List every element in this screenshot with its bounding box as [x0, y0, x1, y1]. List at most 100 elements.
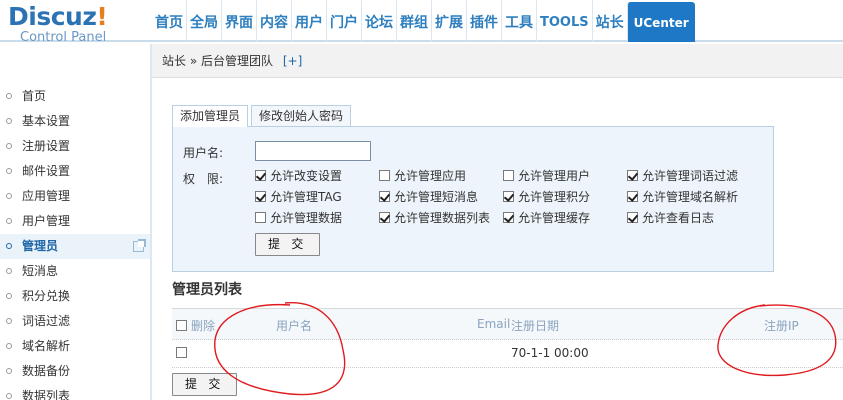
nav-user[interactable]: 用户: [291, 0, 326, 42]
checkbox[interactable]: [627, 212, 638, 223]
sidebar-item-data-list[interactable]: 数据列表: [0, 384, 150, 400]
logo-bang: !: [96, 2, 108, 31]
nav-extended[interactable]: 扩展: [431, 0, 466, 42]
nav-founder[interactable]: 站长: [591, 0, 627, 42]
checkbox[interactable]: [255, 170, 266, 181]
checkbox[interactable]: [379, 170, 390, 181]
sidebar-item-basic-settings[interactable]: 基本设置: [0, 109, 150, 134]
nav-content[interactable]: 内容: [256, 0, 291, 42]
perm-manage-credits[interactable]: 允许管理积分: [503, 188, 590, 206]
bullet-icon: [6, 168, 12, 174]
bullet-icon: [6, 243, 12, 249]
bullet-icon: [6, 293, 12, 299]
admin-list-header: 删除 用户名 Email 注册日期 注册IP: [172, 308, 843, 340]
checkbox[interactable]: [176, 347, 187, 358]
sidebar-item-mail-settings[interactable]: 邮件设置: [0, 159, 150, 184]
bullet-icon: [6, 193, 12, 199]
perm-manage-word-filter[interactable]: 允许管理词语过滤: [627, 167, 738, 185]
username-label: 用户名:: [183, 146, 224, 160]
checkbox[interactable]: [627, 191, 638, 202]
admin-list-submit-button[interactable]: 提 交: [172, 373, 238, 396]
permissions-label: 权 限:: [183, 172, 224, 186]
sidebar-item-home[interactable]: 首页: [0, 84, 150, 109]
sidebar-item-word-filter[interactable]: 词语过滤: [0, 309, 150, 334]
perm-manage-cache[interactable]: 允许管理缓存: [503, 209, 590, 227]
sidebar-item-backup[interactable]: 数据备份: [0, 359, 150, 384]
select-all-delete[interactable]: 删除: [176, 317, 215, 334]
tab-change-founder-password[interactable]: 修改创始人密码: [251, 105, 352, 126]
breadcrumb-separator: »: [186, 54, 201, 68]
perm-manage-apps[interactable]: 允许管理应用: [379, 167, 466, 185]
checkbox[interactable]: [503, 191, 514, 202]
logo[interactable]: Discuz! Control Panel: [8, 2, 148, 45]
checkbox[interactable]: [379, 212, 390, 223]
header: Discuz! Control Panel 首页 全局 界面 内容 用户 门户 …: [0, 0, 843, 45]
username-input[interactable]: [255, 141, 371, 161]
nav-forum[interactable]: 论坛: [361, 0, 396, 42]
tab-bar: 添加管理员 修改创始人密码: [172, 105, 354, 127]
sidebar-menu: 首页 基本设置 注册设置 邮件设置 应用管理 用户管理 管理员 短消息 积分兑换…: [0, 84, 150, 400]
nav-style[interactable]: 界面: [221, 0, 256, 42]
bullet-icon: [6, 318, 12, 324]
checkbox[interactable]: [379, 191, 390, 202]
table-row: 70-1-1 00:00: [172, 340, 843, 368]
header-regip: 注册IP: [764, 319, 799, 333]
bullet-icon: [6, 93, 12, 99]
sidebar-item-domain[interactable]: 域名解析: [0, 334, 150, 359]
add-shortcut-link[interactable]: [+]: [283, 54, 302, 68]
bullet-icon: [6, 143, 12, 149]
sidebar-item-short-messages[interactable]: 短消息: [0, 259, 150, 284]
nav-portal[interactable]: 门户: [326, 0, 361, 42]
nav-global[interactable]: 全局: [186, 0, 221, 42]
perm-manage-short-messages[interactable]: 允许管理短消息: [379, 188, 478, 206]
sidebar-item-app-management[interactable]: 应用管理: [0, 184, 150, 209]
tab-add-admin[interactable]: 添加管理员: [172, 105, 249, 127]
main-content: 添加管理员 修改创始人密码 用户名: 权 限: 允许改变设置 允许管理应用 允许…: [152, 78, 843, 400]
header-email: Email: [477, 317, 511, 331]
header-username: 用户名: [276, 319, 313, 333]
sidebar-item-register-settings[interactable]: 注册设置: [0, 134, 150, 159]
perm-manage-tag[interactable]: 允许管理TAG: [255, 188, 342, 206]
nav-group[interactable]: 群组: [396, 0, 431, 42]
sidebar-item-credit-exchange[interactable]: 积分兑换: [0, 284, 150, 309]
perm-manage-domain[interactable]: 允许管理域名解析: [627, 188, 738, 206]
breadcrumb: 站长 » 后台管理团队 [+]: [152, 44, 843, 78]
top-nav: 首页 全局 界面 内容 用户 门户 论坛 群组 扩展 插件 工具 TOOLS 站…: [152, 0, 695, 42]
add-admin-form: 用户名: 权 限: 允许改变设置 允许管理应用 允许管理用户 允许管理词语过滤 …: [172, 126, 774, 272]
checkbox[interactable]: [503, 170, 514, 181]
nav-tools-en[interactable]: TOOLS: [536, 0, 592, 42]
bullet-icon: [6, 268, 12, 274]
open-new-window-icon[interactable]: [133, 239, 146, 252]
checkbox[interactable]: [255, 212, 266, 223]
bullet-icon: [6, 393, 12, 399]
perm-manage-data-list[interactable]: 允许管理数据列表: [379, 209, 490, 227]
header-regdate: 注册日期: [511, 319, 560, 333]
perm-view-logs[interactable]: 允许查看日志: [627, 209, 714, 227]
nav-home[interactable]: 首页: [152, 0, 186, 42]
breadcrumb-current: 后台管理团队: [201, 54, 274, 68]
nav-ucenter[interactable]: UCenter: [626, 2, 695, 42]
header-delete: 删除: [191, 319, 216, 333]
bullet-icon: [6, 218, 12, 224]
checkbox[interactable]: [627, 170, 638, 181]
nav-plugin[interactable]: 插件: [466, 0, 501, 42]
sidebar-item-admins[interactable]: 管理员: [0, 234, 150, 259]
breadcrumb-root[interactable]: 站长: [162, 54, 186, 68]
sidebar: 首页 基本设置 注册设置 邮件设置 应用管理 用户管理 管理员 短消息 积分兑换…: [0, 44, 152, 400]
checkbox[interactable]: [255, 191, 266, 202]
perm-manage-data[interactable]: 允许管理数据: [255, 209, 342, 227]
sidebar-item-user-management[interactable]: 用户管理: [0, 209, 150, 234]
row-regdate: 70-1-1 00:00: [511, 346, 589, 360]
nav-tools[interactable]: 工具: [501, 0, 536, 42]
logo-brand: Discuz: [8, 2, 97, 31]
row-select-checkbox[interactable]: [176, 346, 191, 360]
bullet-icon: [6, 118, 12, 124]
perm-change-settings[interactable]: 允许改变设置: [255, 167, 342, 185]
perm-manage-users[interactable]: 允许管理用户: [503, 167, 590, 185]
checkbox[interactable]: [503, 212, 514, 223]
admin-list-title: 管理员列表: [172, 282, 242, 298]
bullet-icon: [6, 343, 12, 349]
add-admin-submit-button[interactable]: 提 交: [255, 233, 321, 256]
logo-subtitle: Control Panel: [20, 30, 107, 45]
checkbox[interactable]: [176, 320, 187, 331]
